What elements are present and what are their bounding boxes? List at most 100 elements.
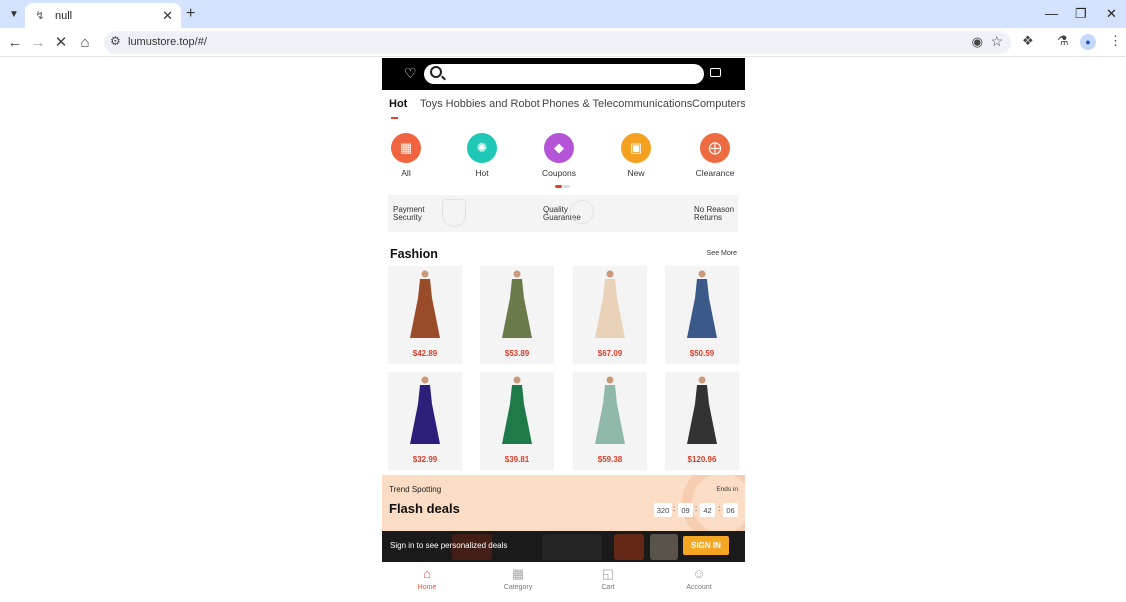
quality-seal-icon <box>570 200 594 224</box>
account-person-icon: ☺ <box>692 566 706 581</box>
search-icon <box>430 66 442 78</box>
search-input[interactable] <box>424 64 704 84</box>
product-card[interactable]: $59.38 <box>573 372 647 470</box>
url-text[interactable]: lumustore.top/#/ <box>128 36 207 48</box>
category-tabs: Hot Toys Hobbies and Robot Phones & Tele… <box>382 94 745 120</box>
quick-link-label: Hot <box>475 168 489 178</box>
quick-link-new[interactable]: ▣ New <box>606 133 666 178</box>
section-title: Fashion <box>390 247 438 261</box>
shield-icon <box>442 199 466 227</box>
product-image <box>410 270 440 338</box>
countdown-separator: : <box>673 504 676 513</box>
product-card[interactable]: $39.81 <box>480 372 554 470</box>
countdown-seconds: 06 <box>723 503 738 517</box>
quick-link-coupons[interactable]: ◆ Coupons <box>529 133 589 178</box>
sign-in-button[interactable]: SIGN IN <box>683 536 729 555</box>
flash-deals-banner[interactable]: Trend Spotting Flash deals Ends in 320 :… <box>382 475 745 531</box>
quick-link-label: Clearance <box>695 168 735 178</box>
nav-label: Home <box>417 584 437 591</box>
store-header: ♡ <box>382 58 745 90</box>
quick-link-hot[interactable]: ✺ Hot <box>452 133 512 178</box>
nav-category[interactable]: ▦ Category <box>488 566 548 591</box>
product-image <box>502 270 532 338</box>
product-image <box>687 376 717 444</box>
carousel-indicator <box>555 185 571 188</box>
nav-home[interactable]: ⌂ Home <box>397 566 457 591</box>
stop-loading-icon[interactable]: ✕ <box>52 33 70 51</box>
product-price: $42.89 <box>412 349 438 358</box>
close-tab-icon[interactable]: ✕ <box>162 8 173 24</box>
product-price: $67.09 <box>597 349 623 358</box>
product-price: $59.38 <box>597 455 623 464</box>
product-price: $53.89 <box>504 349 530 358</box>
back-icon[interactable]: ← <box>6 33 24 51</box>
extensions-icon[interactable]: ❖ <box>1022 33 1034 49</box>
forward-icon[interactable]: → <box>29 33 47 51</box>
tab-computers[interactable]: Computers & <box>692 98 745 110</box>
quick-link-label: Coupons <box>541 168 577 178</box>
tab-title: null <box>55 9 73 22</box>
active-tab-indicator <box>391 117 398 119</box>
product-card[interactable]: $42.89 <box>388 266 462 364</box>
product-image <box>410 376 440 444</box>
countdown-hours: 09 <box>678 503 693 517</box>
tab-hot[interactable]: Hot <box>389 98 407 110</box>
product-price: $50.59 <box>689 349 715 358</box>
tab-toys[interactable]: Toys Hobbies and Robot <box>420 98 540 110</box>
labs-flask-icon[interactable]: ⚗ <box>1057 33 1069 49</box>
product-card[interactable]: $120.96 <box>665 372 739 470</box>
countdown-days: 320 <box>654 503 672 517</box>
eye-off-icon[interactable]: ◉ <box>972 34 983 50</box>
trust-badges: Payment Security Quality Guarantee No Re… <box>388 195 738 232</box>
wishlist-heart-icon[interactable]: ♡ <box>404 65 417 82</box>
flash-title: Flash deals <box>389 501 460 516</box>
quick-link-label: New <box>627 168 645 178</box>
nav-account[interactable]: ☺ Account <box>669 566 729 591</box>
product-price: $120.96 <box>687 455 717 464</box>
quick-link-clearance[interactable]: ⨁ Clearance <box>685 133 745 178</box>
browser-tab[interactable]: ↯ null ✕ <box>25 3 181 28</box>
product-card[interactable]: $32.99 <box>388 372 462 470</box>
tab-search-icon[interactable]: ▼ <box>6 6 22 22</box>
product-card[interactable]: $53.89 <box>480 266 554 364</box>
countdown-minutes: 42 <box>700 503 715 517</box>
profile-avatar-icon[interactable]: ● <box>1080 34 1096 50</box>
cart-icon: ◱ <box>601 566 615 581</box>
bookmark-star-icon[interactable]: ☆ <box>990 33 1003 50</box>
product-image <box>595 376 625 444</box>
product-card[interactable]: $67.09 <box>573 266 647 364</box>
product-image <box>502 376 532 444</box>
signin-text: Sign in to see personalized deals <box>390 541 508 550</box>
close-window-icon[interactable]: ✕ <box>1106 6 1117 22</box>
compass-icon: ⨁ <box>700 133 730 163</box>
flash-kicker: Trend Spotting <box>389 485 442 494</box>
countdown-separator: : <box>718 504 721 513</box>
product-price: $39.81 <box>504 455 530 464</box>
tag-icon: ◆ <box>544 133 574 163</box>
quick-link-all[interactable]: ▦ All <box>382 133 436 178</box>
new-tab-button[interactable]: + <box>186 5 195 23</box>
address-bar[interactable]: ⚙ lumustore.top/#/ ◉ ☆ <box>104 31 1011 54</box>
store-viewport: ♡ Hot Toys Hobbies and Robot Phones & Te… <box>382 58 745 602</box>
home-icon[interactable]: ⌂ <box>76 33 94 51</box>
menu-kebab-icon[interactable]: ⋮ <box>1109 33 1122 49</box>
site-info-icon[interactable]: ⚙ <box>110 34 121 48</box>
bottom-navigation: ⌂ Home ▦ Category ◱ Cart ☺ Account <box>382 562 745 602</box>
see-more-link[interactable]: See More <box>707 250 737 257</box>
category-grid-icon: ▦ <box>511 566 525 581</box>
nav-label: Category <box>503 584 533 591</box>
nav-cart[interactable]: ◱ Cart <box>578 566 638 591</box>
minimize-icon[interactable]: — <box>1045 6 1058 21</box>
ends-in-label: Ends in <box>716 486 738 493</box>
box-icon: ▣ <box>621 133 651 163</box>
loading-favicon-icon: ↯ <box>35 10 45 22</box>
product-card[interactable]: $50.59 <box>665 266 739 364</box>
nav-label: Cart <box>601 584 615 591</box>
trust-no-reason-returns: No Reason Returns <box>694 205 735 222</box>
tab-phones[interactable]: Phones & Telecommunications <box>542 98 692 110</box>
hot-badge-icon: ✺ <box>467 133 497 163</box>
home-icon: ⌂ <box>423 566 431 581</box>
messages-icon[interactable] <box>710 68 721 77</box>
browser-toolbar: ← → ✕ ⌂ ⚙ lumustore.top/#/ ◉ ☆ ❖ ⚗ ● ⋮ <box>0 28 1126 57</box>
restore-icon[interactable]: ❐ <box>1075 6 1087 22</box>
